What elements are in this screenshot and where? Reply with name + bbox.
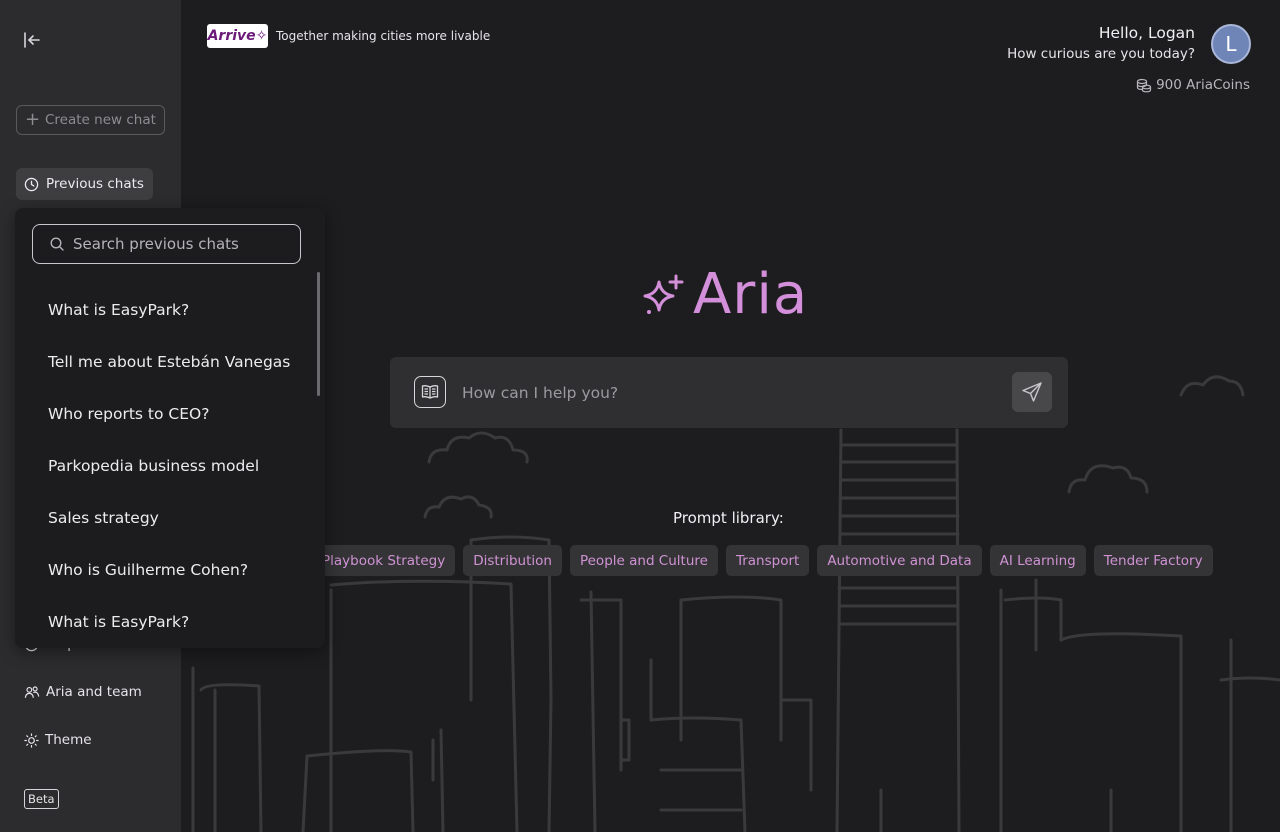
previous-chats-popover: What is EasyPark? Tell me about Estebán … <box>15 208 325 648</box>
chat-input-bar <box>390 357 1068 428</box>
greeting-subtitle: How curious are you today? <box>1007 46 1195 62</box>
send-icon <box>1022 382 1042 402</box>
prompt-chip[interactable]: Distribution <box>463 545 562 576</box>
chat-input[interactable] <box>462 379 982 407</box>
prompt-chip[interactable]: Tender Factory <box>1093 545 1213 576</box>
prompt-library-chips: Playbook Strategy Distribution People an… <box>312 545 1213 576</box>
sidebar-item-label: Aria and team <box>46 684 142 700</box>
sidebar-item-label: Theme <box>45 732 92 748</box>
chat-history-item[interactable]: What is EasyPark? <box>48 284 308 336</box>
aria-coins: 900 AriaCoins <box>1136 77 1250 93</box>
search-input[interactable] <box>73 235 283 253</box>
search-previous-chats[interactable] <box>32 224 301 264</box>
sparkle-icon <box>643 274 684 314</box>
create-new-chat-label: Create new chat <box>45 112 156 128</box>
brand: Arrive ✧ Together making cities more liva… <box>207 24 490 48</box>
aria-coins-label: 900 AriaCoins <box>1156 77 1250 93</box>
send-button[interactable] <box>1012 372 1052 412</box>
chat-history-item[interactable]: Tell me about Estebán Vanegas <box>48 336 308 388</box>
avatar[interactable]: L <box>1211 24 1251 64</box>
sidebar-item-aria-and-team[interactable]: Aria and team <box>24 684 142 700</box>
collapse-sidebar-icon[interactable] <box>22 30 42 50</box>
prompt-chip[interactable]: Transport <box>725 545 810 576</box>
book-icon <box>421 385 439 399</box>
prompt-library-label: Prompt library: <box>673 509 784 527</box>
aria-title: Aria <box>641 262 808 327</box>
beta-badge: Beta <box>24 789 59 809</box>
chat-history-item[interactable]: Parkopedia business model <box>48 440 308 492</box>
sun-icon <box>24 732 39 748</box>
chat-history-item[interactable]: Who reports to CEO? <box>48 388 308 440</box>
prompt-chip[interactable]: AI Learning <box>989 545 1086 576</box>
team-icon <box>24 685 40 698</box>
chat-history-item[interactable]: What is EasyPark? <box>48 596 308 648</box>
prompt-chip[interactable]: Playbook Strategy <box>312 545 456 576</box>
previous-chats-button[interactable]: Previous chats <box>16 168 153 200</box>
chat-list-scrollbar[interactable] <box>317 272 320 396</box>
sidebar-item-theme[interactable]: Theme <box>24 732 92 748</box>
previous-chats-label: Previous chats <box>46 176 144 192</box>
arrive-logo: Arrive ✧ <box>207 24 268 48</box>
greeting-hello: Hello, Logan <box>1098 24 1195 42</box>
plus-icon: + <box>25 109 41 130</box>
prompt-chip[interactable]: People and Culture <box>569 545 718 576</box>
chat-history-list: What is EasyPark? Tell me about Estebán … <box>48 284 308 648</box>
brand-tagline: Together making cities more livable <box>276 29 491 43</box>
clock-icon <box>24 177 39 191</box>
aria-title-text: Aria <box>693 262 809 327</box>
create-new-chat-button[interactable]: + Create new chat <box>16 105 165 135</box>
search-icon <box>50 237 64 251</box>
greeting: Hello, Logan How curious are you today? <box>1007 24 1195 62</box>
coins-icon <box>1136 78 1152 92</box>
prompt-library-button[interactable] <box>414 376 446 408</box>
prompt-chip[interactable]: Automotive and Data <box>817 545 982 576</box>
chat-history-item[interactable]: Who is Guilherme Cohen? <box>48 544 308 596</box>
chat-history-item[interactable]: Sales strategy <box>48 492 308 544</box>
